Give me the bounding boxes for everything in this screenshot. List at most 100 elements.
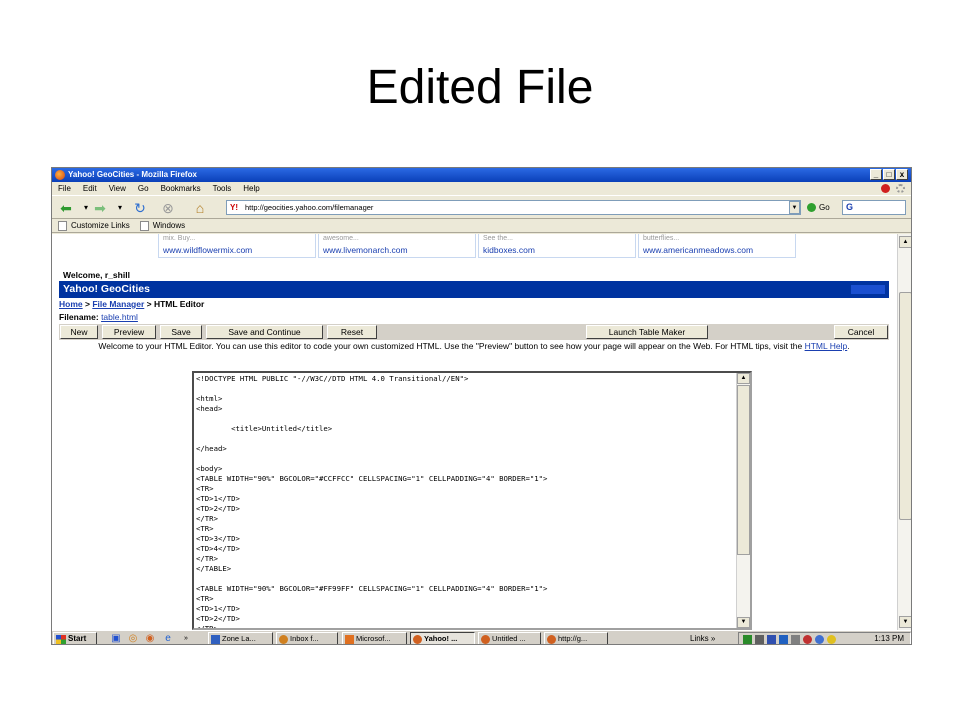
back-icon[interactable]: ⬅ bbox=[58, 200, 74, 216]
menu-tools[interactable]: Tools bbox=[213, 182, 232, 195]
html-editor-textarea[interactable]: <!DOCTYPE HTML PUBLIC "-//W3C//DTD HTML … bbox=[192, 371, 752, 630]
new-button[interactable]: New bbox=[60, 325, 98, 339]
bookmark-customize-links[interactable]: Customize Links bbox=[58, 219, 130, 232]
yahoo-favicon-icon: Y! bbox=[230, 203, 241, 212]
stop-load-icon[interactable]: ⊗ bbox=[160, 200, 176, 216]
menu-bar: File Edit View Go Bookmarks Tools Help bbox=[52, 182, 911, 195]
task-untitled[interactable]: Untitled ... bbox=[478, 632, 541, 644]
quicklaunch-app-icon[interactable]: ◉ bbox=[144, 633, 156, 644]
html-help-link[interactable]: HTML Help bbox=[805, 341, 848, 351]
scroll-thumb[interactable] bbox=[899, 292, 911, 520]
bookmark-windows[interactable]: Windows bbox=[139, 219, 185, 232]
page-content: mix. Buy... www.wildflowermix.com awesom… bbox=[52, 234, 897, 630]
scroll-up-icon[interactable]: ▲ bbox=[899, 236, 911, 248]
filename-row: Filename: table.html bbox=[59, 312, 138, 322]
filename-label: Filename: bbox=[59, 312, 99, 322]
go-button[interactable]: Go bbox=[807, 202, 830, 214]
powerpoint-icon bbox=[345, 635, 354, 644]
tray-volume-icon[interactable] bbox=[755, 635, 764, 644]
home-icon[interactable]: ⌂ bbox=[192, 200, 208, 216]
save-button[interactable]: Save bbox=[160, 325, 202, 339]
start-button[interactable]: Start bbox=[53, 632, 97, 644]
throbber-icon bbox=[896, 184, 905, 193]
brand-title: Yahoo! GeoCities bbox=[63, 283, 150, 295]
breadcrumb-file-manager[interactable]: File Manager bbox=[92, 299, 144, 309]
search-input[interactable]: G bbox=[842, 200, 906, 215]
quicklaunch-ie-icon[interactable]: e bbox=[162, 633, 174, 644]
firefox-icon bbox=[413, 635, 422, 644]
editor-code: <!DOCTYPE HTML PUBLIC "-//W3C//DTD HTML … bbox=[196, 374, 548, 630]
quicklaunch-desktop-icon[interactable]: ▣ bbox=[110, 633, 122, 644]
menu-file[interactable]: File bbox=[58, 182, 71, 195]
menu-go[interactable]: Go bbox=[138, 182, 149, 195]
taskbar: Start ▣ ◎ ◉ e » Zone La... Inbox f... Mi… bbox=[52, 630, 911, 644]
ad-item[interactable]: See the... kidboxes.com bbox=[478, 234, 636, 258]
scroll-thumb[interactable] bbox=[737, 385, 750, 555]
menu-edit[interactable]: Edit bbox=[83, 182, 97, 195]
mail-icon bbox=[279, 635, 288, 644]
page-icon bbox=[139, 220, 149, 231]
app-icon bbox=[211, 635, 220, 644]
firefox-icon bbox=[547, 635, 556, 644]
forward-icon[interactable]: ➡ bbox=[92, 200, 108, 216]
task-http[interactable]: http://g... bbox=[544, 632, 608, 644]
forward-dropdown-icon[interactable]: ▾ bbox=[112, 200, 128, 216]
tray-messenger-icon[interactable] bbox=[815, 635, 824, 644]
close-button[interactable]: x bbox=[896, 169, 908, 180]
task-yahoo[interactable]: Yahoo! ... bbox=[410, 632, 475, 644]
window-title: Yahoo! GeoCities - Mozilla Firefox bbox=[68, 170, 197, 179]
intro-text: Welcome to your HTML Editor. You can use… bbox=[98, 341, 850, 351]
menu-help[interactable]: Help bbox=[243, 182, 259, 195]
navigation-toolbar: ⬅ ▾ ➡ ▾ ↻ ⊗ ⌂ Y! http://geocities.yahoo.… bbox=[52, 195, 911, 219]
tray-app-icon[interactable] bbox=[767, 635, 776, 644]
breadcrumb: Home > File Manager > HTML Editor bbox=[59, 299, 205, 309]
reload-icon[interactable]: ↻ bbox=[132, 200, 148, 216]
ad-item[interactable]: butterflies... www.americanmeadows.com bbox=[638, 234, 796, 258]
bookmarks-toolbar: Customize Links Windows bbox=[52, 219, 911, 233]
url-input[interactable]: Y! http://geocities.yahoo.com/filemanage… bbox=[226, 200, 801, 215]
menu-view[interactable]: View bbox=[109, 182, 126, 195]
quicklaunch-firefox-icon[interactable]: ◎ bbox=[127, 633, 139, 644]
browser-screenshot: Yahoo! GeoCities - Mozilla Firefox _ □ x… bbox=[51, 167, 912, 645]
slide-title: Edited File bbox=[366, 61, 594, 114]
tray-alert-icon[interactable] bbox=[803, 635, 812, 644]
tray-network-icon[interactable] bbox=[743, 635, 752, 644]
task-zone[interactable]: Zone La... bbox=[208, 632, 273, 644]
sponsored-links: mix. Buy... www.wildflowermix.com awesom… bbox=[158, 234, 798, 258]
ad-item[interactable]: awesome... www.livemonarch.com bbox=[318, 234, 476, 258]
scroll-up-icon[interactable]: ▲ bbox=[737, 373, 750, 384]
go-icon bbox=[807, 203, 816, 213]
tray-smiley-icon[interactable] bbox=[827, 635, 836, 644]
links-toolbar[interactable]: Links » bbox=[690, 632, 715, 644]
reset-button[interactable]: Reset bbox=[327, 325, 377, 339]
cancel-button[interactable]: Cancel bbox=[834, 325, 888, 339]
task-microsoft[interactable]: Microsof... bbox=[342, 632, 407, 644]
breadcrumb-home[interactable]: Home bbox=[59, 299, 83, 309]
ad-item[interactable]: mix. Buy... www.wildflowermix.com bbox=[158, 234, 316, 258]
page-scrollbar[interactable]: ▲ ▼ bbox=[897, 234, 911, 630]
filename-link[interactable]: table.html bbox=[101, 312, 138, 322]
tray-info-icon[interactable] bbox=[779, 635, 788, 644]
firefox-icon bbox=[55, 170, 65, 180]
launch-table-maker-button[interactable]: Launch Table Maker bbox=[586, 325, 708, 339]
task-inbox[interactable]: Inbox f... bbox=[276, 632, 338, 644]
editor-button-bar: New Preview Save Save and Continue Reset… bbox=[59, 324, 889, 340]
maximize-button[interactable]: □ bbox=[883, 169, 895, 180]
clock: 1:13 PM bbox=[874, 634, 904, 643]
geocities-header: Yahoo! GeoCities bbox=[59, 281, 889, 298]
header-box bbox=[851, 285, 885, 294]
stop-icon[interactable] bbox=[881, 184, 890, 193]
tray-device-icon[interactable] bbox=[791, 635, 800, 644]
breadcrumb-current: HTML Editor bbox=[153, 299, 205, 309]
editor-scrollbar[interactable]: ▲ ▼ bbox=[736, 373, 750, 628]
quicklaunch-more-icon[interactable]: » bbox=[180, 633, 192, 644]
url-dropdown-button[interactable]: ▼ bbox=[789, 201, 800, 214]
scroll-down-icon[interactable]: ▼ bbox=[899, 616, 911, 628]
scroll-down-icon[interactable]: ▼ bbox=[737, 617, 750, 628]
welcome-text: Welcome, r_shill bbox=[63, 270, 130, 280]
firefox-icon bbox=[481, 635, 490, 644]
menu-bookmarks[interactable]: Bookmarks bbox=[161, 182, 201, 195]
save-and-continue-button[interactable]: Save and Continue bbox=[206, 325, 323, 339]
minimize-button[interactable]: _ bbox=[870, 169, 882, 180]
preview-button[interactable]: Preview bbox=[102, 325, 156, 339]
